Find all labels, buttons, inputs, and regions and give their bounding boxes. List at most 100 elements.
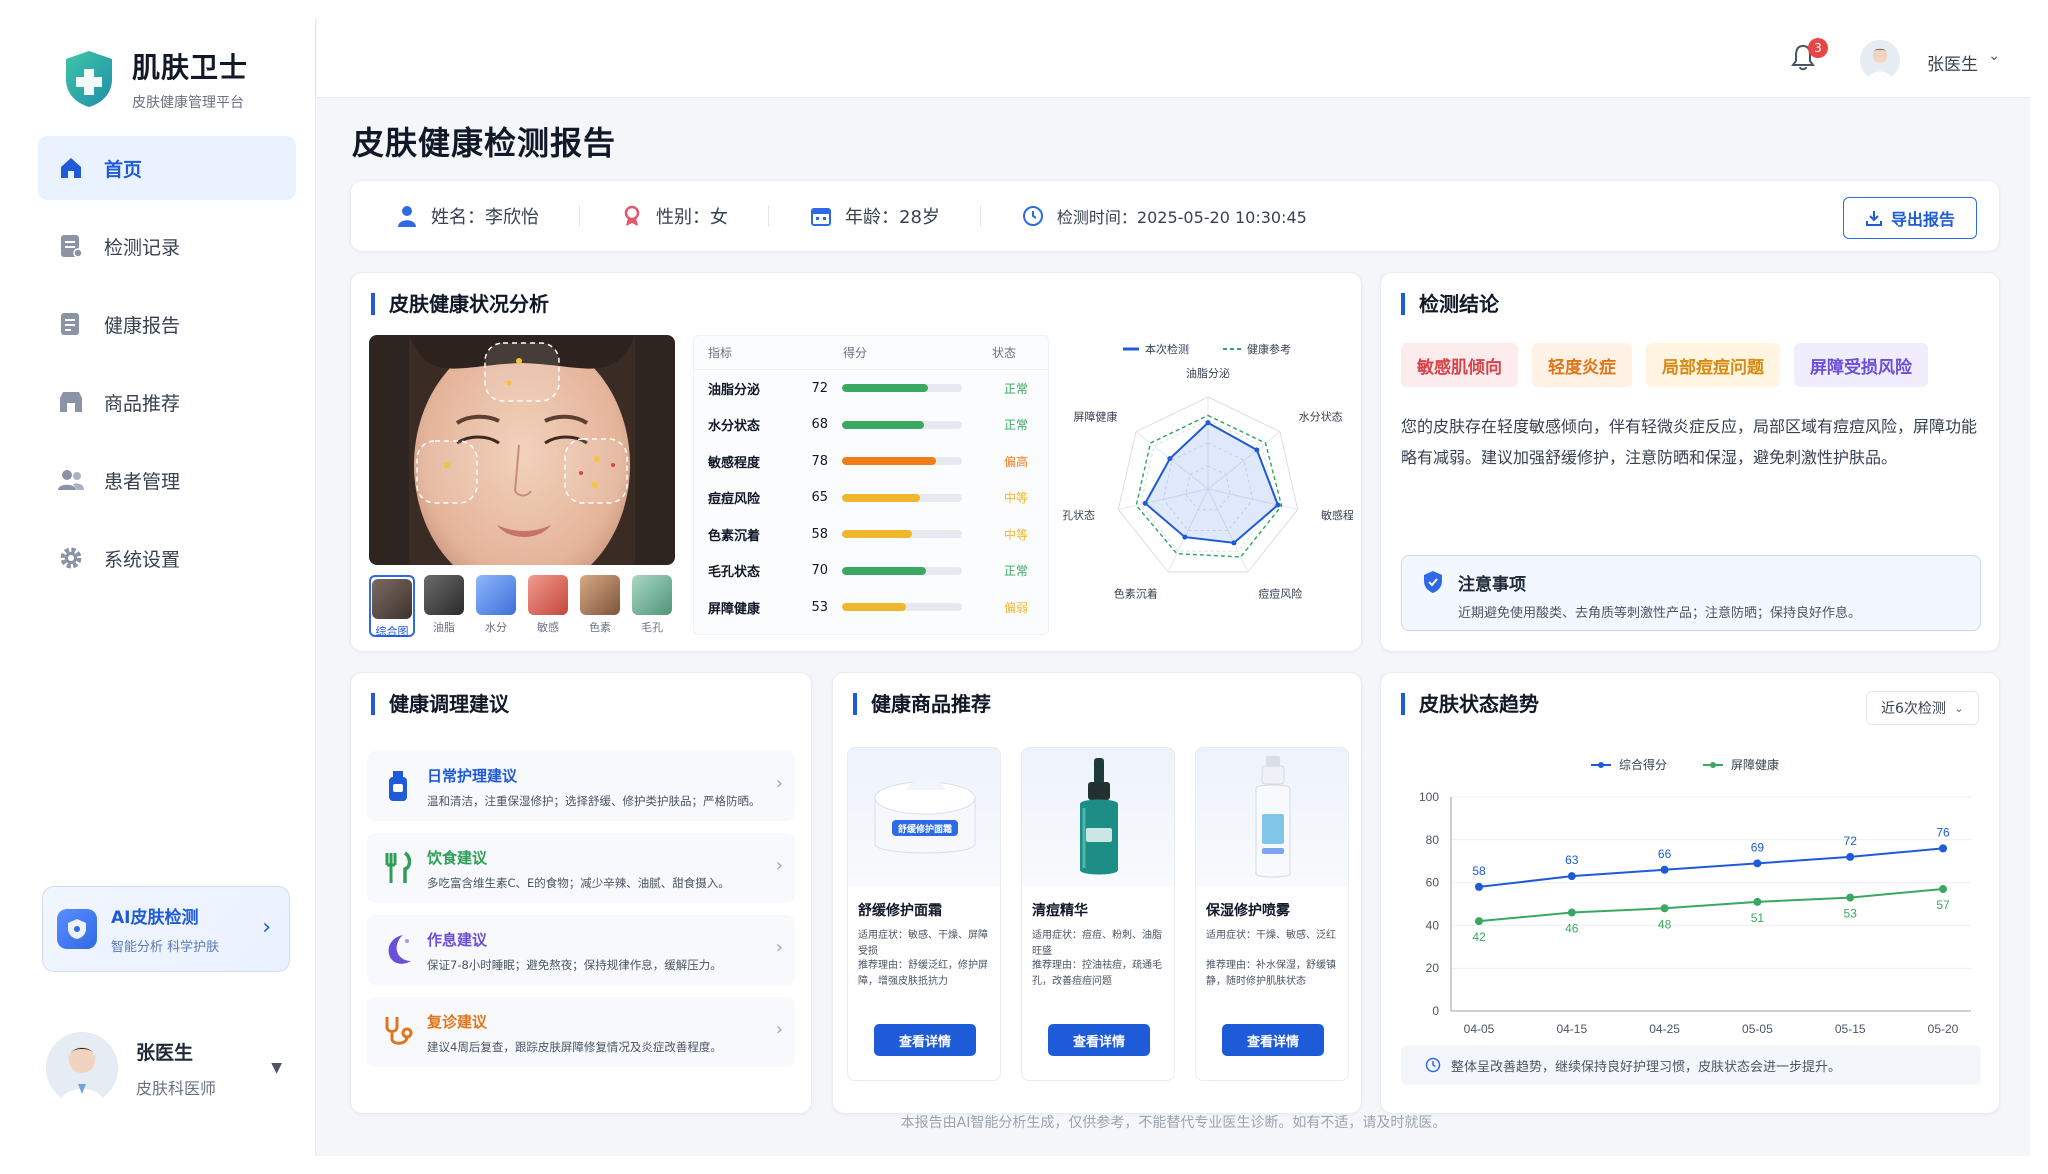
- metric-name: 屏障健康: [708, 601, 761, 617]
- topbar: 3 张医生 ⌄: [317, 18, 2030, 98]
- chart-legend: 综合得分 屏障健康: [1591, 757, 1779, 772]
- sidebar-item-shop[interactable]: 商品推荐: [38, 370, 296, 434]
- data-label: 69: [1751, 840, 1765, 854]
- topbar-user-name[interactable]: 张医生: [1927, 50, 1978, 75]
- caret-down-icon[interactable]: ▼: [271, 1060, 282, 1076]
- advice-title: 饮食建议: [427, 849, 488, 867]
- brand-title: 肌肤卫士: [132, 51, 249, 84]
- avatar[interactable]: [1860, 40, 1900, 80]
- view-detail-button[interactable]: 查看详情: [1222, 1024, 1324, 1056]
- metric-status: 正常: [1003, 418, 1028, 433]
- sidebar-item-settings[interactable]: 系统设置: [38, 526, 296, 590]
- metric-status: 正常: [1003, 381, 1028, 396]
- thumb-oil[interactable]: 油脂: [421, 575, 467, 637]
- chevron-right-icon: ›: [775, 773, 783, 794]
- score-bar-fill: [842, 457, 936, 466]
- product-image: 舒缓修护面霜: [848, 748, 1000, 886]
- page-title: 皮肤健康检测报告: [352, 124, 617, 162]
- thumb-image: [372, 579, 412, 619]
- metric-name: 敏感程度: [708, 455, 761, 471]
- data-label: 63: [1565, 853, 1579, 867]
- advice-title: 复诊建议: [427, 1013, 488, 1031]
- thumb-sensitive[interactable]: 敏感: [525, 575, 571, 637]
- header-metric: 指标: [708, 346, 733, 360]
- thumb-pigment[interactable]: 色素: [577, 575, 623, 637]
- view-detail-button[interactable]: 查看详情: [1048, 1024, 1150, 1056]
- product-symptom: 适用症状：痘痘、粉刺、油脂旺盛: [1032, 930, 1162, 957]
- score-bar-track: [842, 603, 962, 612]
- view-detail-button[interactable]: 查看详情: [874, 1024, 976, 1056]
- thumb-composite[interactable]: 综合图: [369, 575, 415, 638]
- sidebar-item-patients[interactable]: 患者管理: [38, 448, 296, 512]
- data-label: 48: [1658, 917, 1672, 931]
- trend-note: 整体呈改善趋势，继续保持良好护理习惯，皮肤状态会进一步提升。: [1401, 1045, 1981, 1085]
- radar-point: [1275, 502, 1281, 508]
- export-report-button[interactable]: 导出报告: [1843, 197, 1977, 239]
- advice-desc: 多吃富含维生素C、E的食物；减少辛辣、油腻、甜食摄入。: [427, 876, 730, 890]
- product-reason: 推荐理由：舒缓泛红，修护屏障，增强皮肤抵抗力: [858, 960, 988, 987]
- thumb-label: 色素: [589, 621, 611, 634]
- data-label: 57: [1936, 898, 1950, 912]
- chevron-down-icon[interactable]: ⌄: [1988, 48, 2000, 64]
- divider: [579, 205, 580, 227]
- thumb-pore[interactable]: 毛孔: [629, 575, 675, 637]
- range-select[interactable]: 近6次检测 ⌄: [1866, 691, 1979, 725]
- sidebar-item-label: 商品推荐: [104, 392, 181, 415]
- sidebar-user[interactable]: 张医生 皮肤科医师 ▼: [46, 1028, 296, 1108]
- lotion-bottle-icon: [389, 771, 407, 801]
- score-bar-track: [842, 566, 962, 575]
- series-point: [1475, 917, 1483, 926]
- ai-detect-card[interactable]: AI皮肤检测 智能分析 科学护肤 ›: [42, 886, 290, 972]
- radar-chart: 本次检测 健康参考油脂分泌水分状态敏感程度痘痘风险 色素沉着 毛孔状态 屏障健康: [1063, 342, 1353, 600]
- clock-icon: [1425, 1057, 1441, 1073]
- advice-item-followup[interactable]: 复诊建议 建议4周后复查，跟踪皮肤屏障修复情况及炎症改善程度。 ›: [367, 997, 795, 1067]
- metric-name: 痘痘风险: [708, 492, 761, 508]
- product-card-serum[interactable]: 清痘精华 适用症状：痘痘、粉刺、油脂旺盛 推荐理由：控油祛痘，疏通毛孔，改善痘痘…: [1021, 747, 1175, 1081]
- advice-item-sleep[interactable]: 作息建议 保证7-8小时睡眠；避免熬夜；保持规律作息，缓解压力。 ›: [367, 915, 795, 985]
- product-reason: 推荐理由：控油祛痘，疏通毛孔，改善痘痘问题: [1032, 960, 1162, 987]
- thumb-image: [424, 575, 464, 615]
- thumb-water[interactable]: 水分: [473, 575, 519, 637]
- data-label: 51: [1751, 911, 1765, 925]
- app-window: 肌肤卫士 皮肤健康管理平台 首页 检测记录 健康报告 商品推荐 患者管理 系统设…: [18, 18, 2030, 1156]
- ai-card-subtitle: 智能分析 科学护肤: [111, 940, 220, 955]
- detect-time-text: 检测时间：2025-05-20 10:30:45: [1056, 208, 1307, 227]
- thumb-label: 敏感: [537, 621, 559, 634]
- metric-status: 偏弱: [1003, 600, 1028, 615]
- sidebar-item-home[interactable]: 首页: [38, 136, 296, 200]
- chevron-right-icon: ›: [775, 855, 783, 876]
- advice-item-daily-care[interactable]: 日常护理建议 温和清洁，注重保湿修护；选择舒缓、修护类护肤品；严格防晒。 ›: [367, 751, 795, 821]
- radar-axis-label: 屏障健康: [1073, 410, 1117, 424]
- x-tick-label: 05-15: [1835, 1022, 1866, 1036]
- product-reason: 推荐理由：补水保湿，舒缓镇静，随时修护肌肤状态: [1206, 960, 1336, 987]
- radar-point: [1231, 540, 1237, 546]
- thumb-image: [632, 575, 672, 615]
- product-card-cream[interactable]: 舒缓修护面霜 舒缓修护面霜 适用症状：敏感、干燥、屏障受损 推荐理由：舒缓泛红，…: [847, 747, 1001, 1081]
- series-point: [1939, 844, 1947, 853]
- thumb-label: 油脂: [433, 621, 455, 634]
- sidebar-item-report[interactable]: 健康报告: [38, 292, 296, 356]
- score-bar-fill: [842, 493, 920, 502]
- conclusion-tag: 轻度炎症: [1532, 343, 1632, 387]
- notification-badge: 3: [1808, 38, 1828, 58]
- chevron-right-icon: ›: [775, 1019, 783, 1040]
- product-recommend-card: 健康商品推荐 舒缓修护面霜 舒缓修护面霜 适用症状：敏感、干燥、屏障受损 推荐理…: [832, 672, 1362, 1114]
- chevron-right-icon: ›: [775, 937, 783, 958]
- patient-age: 年龄：28岁: [809, 203, 940, 229]
- metric-name: 色素沉着: [708, 528, 761, 544]
- score-bar: [842, 420, 982, 429]
- section-title: 健康调理建议: [371, 693, 509, 715]
- series-point: [1475, 882, 1483, 891]
- health-advice-card: 健康调理建议 日常护理建议 温和清洁，注重保湿修护；选择舒缓、修护类护肤品；严格…: [350, 672, 812, 1114]
- product-card-spray[interactable]: 保湿修护喷雾 适用症状：干燥、敏感、泛红 推荐理由：补水保湿，舒缓镇静，随时修护…: [1195, 747, 1349, 1081]
- radar-axis-label: 毛孔状态: [1063, 508, 1095, 522]
- patient-info-bar: 姓名：李欣怡 性别：女 年龄：28岁 检测时间：2025-05-20 10:30…: [350, 180, 2000, 252]
- thumb-label: 综合图: [375, 625, 409, 638]
- section-title: 检测结论: [1401, 293, 1499, 315]
- clock-icon: [1022, 206, 1043, 226]
- radar-axis-label: 痘痘风险: [1258, 586, 1302, 600]
- sidebar-item-records[interactable]: 检测记录: [38, 214, 296, 278]
- advice-item-diet[interactable]: 饮食建议 多吃富含维生素C、E的食物；减少辛辣、油腻、甜食摄入。 ›: [367, 833, 795, 903]
- radar-legend: 本次检测 健康参考: [1123, 342, 1291, 356]
- brand-logo[interactable]: 肌肤卫士 皮肤健康管理平台: [62, 46, 248, 112]
